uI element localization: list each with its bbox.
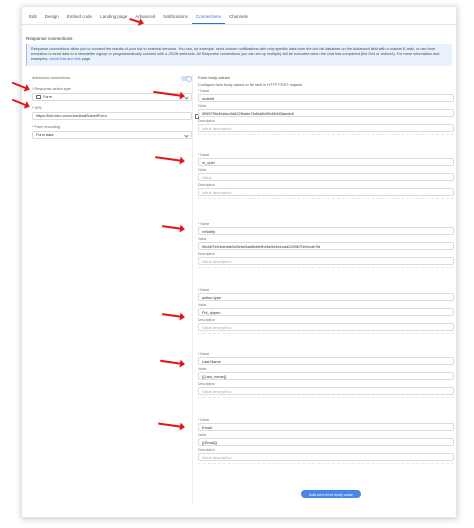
url-input[interactable]: https://link.intro.com/cms/leadSubmitFor… bbox=[32, 112, 199, 120]
connection-settings: Advanced connections * Response action t… bbox=[32, 74, 199, 139]
entry-name-value: orderId bbox=[202, 95, 215, 101]
entry-value-text: 0f0f57f9d4fd4ec3d622fbdde7bd0a8b5f1d9f48… bbox=[202, 110, 294, 116]
entry-divider bbox=[198, 198, 454, 199]
encoding-value: Form data bbox=[36, 133, 54, 137]
entry-name-value: vrNotify bbox=[202, 228, 216, 234]
entry-divider bbox=[198, 397, 454, 398]
entry-name-value: Last Name bbox=[202, 358, 221, 364]
tab-notifications[interactable]: Notifications bbox=[159, 14, 192, 24]
entry-value-input[interactable]: {{Email}} bbox=[198, 438, 454, 446]
entry-description-input[interactable]: Value description bbox=[198, 453, 454, 461]
alert-tail: page. bbox=[81, 57, 92, 62]
entry-name-value: Email bbox=[202, 424, 212, 430]
entry-divider bbox=[198, 134, 454, 135]
info-alert: Response connections allow you to connec… bbox=[26, 44, 452, 66]
entry-name-input[interactable]: m_cpid bbox=[198, 158, 454, 166]
tab-bar: Edit Design Embed code Landing page Adva… bbox=[22, 7, 456, 25]
entry-description-placeholder: Value description bbox=[202, 324, 232, 330]
section-title: Response connections bbox=[26, 36, 73, 41]
form-body-entry: * Name vrNotify Value 0fcd4f7e04dedde0d3ebe… bbox=[198, 222, 456, 268]
entry-value-input[interactable]: Fbl_qhpeu bbox=[198, 308, 454, 316]
entry-value-input[interactable]: Value bbox=[198, 173, 454, 181]
alert-text: Response connections allow you to connec… bbox=[31, 47, 440, 62]
entry-description-placeholder: Value description bbox=[202, 258, 232, 264]
entry-name-value: m_cpid bbox=[202, 159, 215, 165]
form-body-entry: * Name Email Value {{Email}} Description Valu… bbox=[198, 418, 456, 464]
entry-divider bbox=[198, 463, 454, 464]
add-form-body-value-button[interactable]: Add new form body value bbox=[301, 490, 361, 498]
entry-value-placeholder: Value bbox=[202, 174, 212, 180]
form-body-entry: * Name orderId Value 0f0f57f9d4fd4ec3d622fb… bbox=[198, 89, 456, 135]
connections-panel: Edit Design Embed code Landing page Adva… bbox=[21, 6, 457, 518]
tab-embed-code[interactable]: Embed code bbox=[63, 14, 96, 24]
entry-divider bbox=[198, 267, 454, 268]
entry-name-input[interactable]: Last Name bbox=[198, 357, 454, 365]
form-body-title: Form body values bbox=[198, 75, 230, 80]
entry-name-input[interactable]: Email bbox=[198, 423, 454, 431]
tab-connections[interactable]: Connections bbox=[191, 14, 225, 24]
entry-value-text: Fbl_qhpeu bbox=[202, 309, 221, 315]
entry-value-input[interactable]: {{Last_name}} bbox=[198, 372, 454, 380]
entry-value-text: {{Email}} bbox=[202, 439, 217, 445]
entry-value-input[interactable]: 0fcd4f7e04dedde0d3ebe0ad8ebb9b4be0d4eeca… bbox=[198, 242, 454, 250]
entry-description-placeholder: Value description bbox=[202, 125, 232, 131]
tab-edit[interactable]: Edit bbox=[25, 14, 41, 24]
entry-description-input[interactable]: Value description bbox=[198, 323, 454, 331]
form-body-entry: * Name Last Name Value {{Last_name}} Descrip… bbox=[198, 352, 456, 398]
entry-description-input[interactable]: Value description bbox=[198, 257, 454, 265]
entry-name-input[interactable]: vrNotify bbox=[198, 227, 454, 235]
entry-description-placeholder: Value description bbox=[202, 189, 232, 195]
entry-description-input[interactable]: Value description bbox=[198, 124, 454, 132]
entry-name-value: action-type bbox=[202, 294, 222, 300]
entry-value-text: 0fcd4f7e04dedde0d3ebe0ad8ebb9b4be0d4eeca… bbox=[202, 243, 321, 249]
entry-value-text: {{Last_name}} bbox=[202, 373, 227, 379]
tab-channels[interactable]: Channels bbox=[225, 14, 252, 24]
entry-description-input[interactable]: Value description bbox=[198, 188, 454, 196]
entry-name-input[interactable]: action-type bbox=[198, 293, 454, 301]
entry-description-placeholder: Value description bbox=[202, 388, 232, 394]
entry-description-input[interactable]: Value description bbox=[198, 387, 454, 395]
form-body-entry: * Name action-type Value Fbl_qhpeu Descripti… bbox=[198, 288, 456, 334]
form-body-values: Form body values Configure form body val… bbox=[192, 74, 454, 504]
tab-landing-page[interactable]: Landing page bbox=[96, 14, 131, 24]
response-type-value: Form bbox=[43, 95, 52, 99]
advanced-label: Advanced connections bbox=[32, 76, 71, 80]
url-value: https://link.intro.com/cms/leadSubmitFor… bbox=[36, 114, 107, 118]
form-body-entry: * Name m_cpid Value Value Description Value d… bbox=[198, 153, 456, 199]
encoding-select[interactable]: Form data bbox=[32, 131, 192, 139]
chevron-down-icon bbox=[184, 133, 189, 138]
advanced-toggle[interactable] bbox=[181, 75, 192, 82]
entry-description-placeholder: Value description bbox=[202, 454, 232, 460]
alert-link[interactable]: check this and this bbox=[49, 57, 80, 61]
tab-design[interactable]: Design bbox=[41, 14, 63, 24]
form-icon bbox=[36, 95, 41, 99]
entry-value-input[interactable]: 0f0f57f9d4fd4ec3d622fbdde7bd0a8b5f1d9f48… bbox=[198, 109, 454, 117]
entry-divider bbox=[198, 333, 454, 334]
entry-name-input[interactable]: orderId bbox=[198, 94, 454, 102]
